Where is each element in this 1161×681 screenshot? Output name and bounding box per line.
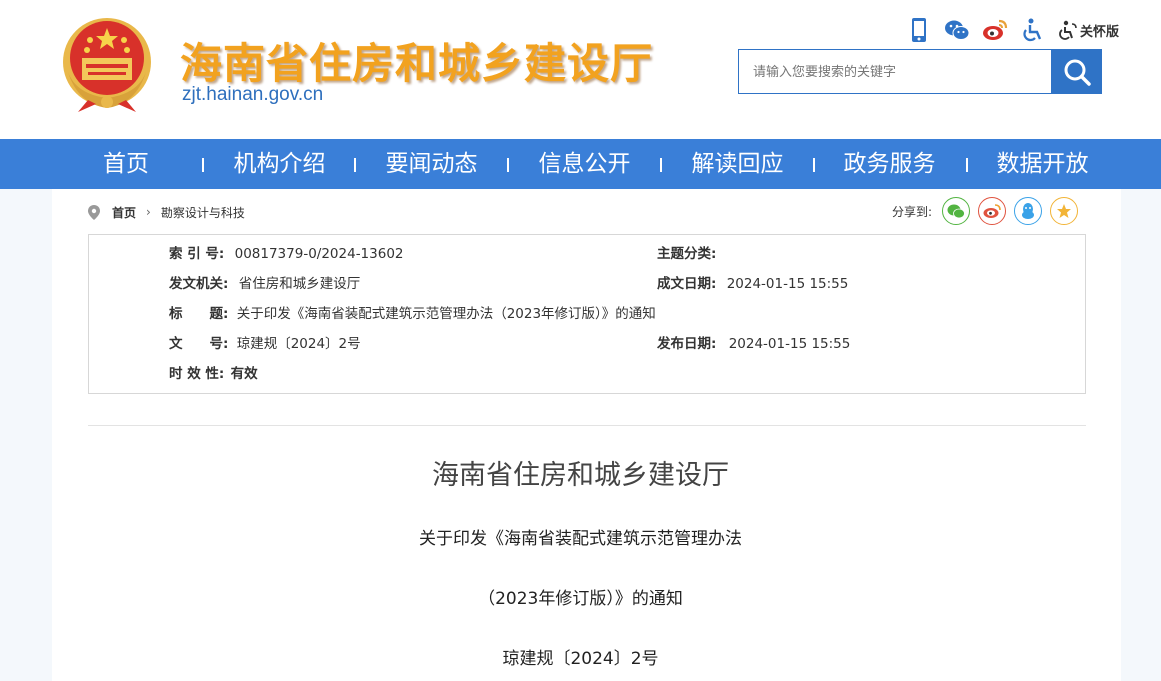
nav-item-home[interactable]: 首页 xyxy=(80,139,172,189)
national-emblem-logo[interactable] xyxy=(58,14,156,114)
mobile-icon[interactable] xyxy=(906,17,932,43)
breadcrumb: 首页 › 勘察设计与科技 xyxy=(88,202,245,222)
meta-doc-number-value: 琼建规〔2024〕2号 xyxy=(236,336,361,352)
breadcrumb-separator-icon: › xyxy=(146,205,151,219)
nav-item-interpretation[interactable]: 解读回应 xyxy=(680,139,795,189)
search-icon xyxy=(1064,59,1091,86)
meta-index-value: 00817379-0/2024-13602 xyxy=(234,246,404,262)
nav-divider xyxy=(966,158,968,172)
nav-divider xyxy=(813,158,815,172)
nav-divider xyxy=(660,158,662,172)
nav-item-news[interactable]: 要闻动态 xyxy=(374,139,489,189)
main-nav: 首页 机构介绍 要闻动态 信息公开 解读回应 政务服务 数据开放 xyxy=(0,139,1161,189)
meta-index-label: 索 引 号: xyxy=(169,246,225,262)
search-input[interactable] xyxy=(738,49,1052,94)
nav-item-info-disclosure[interactable]: 信息公开 xyxy=(527,139,642,189)
weibo-icon[interactable] xyxy=(982,17,1008,43)
nav-item-open-data[interactable]: 数据开放 xyxy=(985,139,1100,189)
site-title[interactable]: 海南省住房和城乡建设厅 xyxy=(180,30,653,91)
accessibility-icon[interactable] xyxy=(1020,17,1046,43)
meta-issuer-value: 省住房和城乡建设厅 xyxy=(238,276,361,292)
nav-divider xyxy=(507,158,509,172)
wechat-share-icon[interactable] xyxy=(942,197,971,225)
care-mode-label: 关怀版 xyxy=(1080,23,1120,39)
meta-publish-date: 发布日期: 2024-01-15 15:55 xyxy=(657,334,850,354)
document-number: 琼建规〔2024〕2号 xyxy=(502,649,659,669)
meta-title: 标 题: 关于印发《海南省装配式建筑示范管理办法（2023年修订版）》的通知 xyxy=(169,304,656,324)
meta-issuer-label: 发文机关: xyxy=(169,276,229,292)
meta-validity: 时 效 性: 有效 xyxy=(169,364,258,384)
site-url[interactable]: zjt.hainan.gov.cn xyxy=(182,84,323,106)
meta-publish-date-value: 2024-01-15 15:55 xyxy=(728,336,851,352)
meta-validity-value: 有效 xyxy=(230,366,258,382)
care-mode-icon xyxy=(1059,20,1077,40)
meta-topic-label: 主题分类: xyxy=(657,246,717,262)
qq-share-icon[interactable] xyxy=(1014,197,1043,225)
nav-divider xyxy=(354,158,356,172)
meta-title-label: 标 题: xyxy=(169,306,229,322)
nav-divider xyxy=(202,158,204,172)
meta-written-date: 成文日期: 2024-01-15 15:55 xyxy=(657,274,848,294)
document-title-line-2: （2023年修订版）》的通知 xyxy=(478,589,683,609)
meta-index: 索 引 号: 00817379-0/2024-13602 xyxy=(169,244,404,264)
meta-topic: 主题分类: xyxy=(657,244,716,264)
meta-doc-number-label: 文 号: xyxy=(169,336,229,352)
meta-issuer: 发文机关: 省住房和城乡建设厅 xyxy=(169,274,360,294)
document-heading: 海南省住房和城乡建设厅 xyxy=(432,460,729,491)
nav-item-institution[interactable]: 机构介绍 xyxy=(222,139,337,189)
search-button[interactable] xyxy=(1051,49,1102,94)
weibo-share-icon[interactable] xyxy=(978,197,1007,225)
share-label: 分享到: xyxy=(892,204,933,219)
nav-item-services[interactable]: 政务服务 xyxy=(832,139,947,189)
location-pin-icon xyxy=(88,204,100,220)
meta-written-date-value: 2024-01-15 15:55 xyxy=(726,276,849,292)
meta-validity-label: 时 效 性: xyxy=(169,366,225,382)
document-title-line-1: 关于印发《海南省装配式建筑示范管理办法 xyxy=(419,529,742,549)
favorite-share-icon[interactable] xyxy=(1050,197,1079,225)
care-mode-toggle[interactable]: 关怀版 xyxy=(1058,19,1119,41)
content-divider xyxy=(88,425,1086,426)
breadcrumb-current[interactable]: 勘察设计与科技 xyxy=(161,204,245,221)
meta-publish-date-label: 发布日期: xyxy=(657,336,717,352)
breadcrumb-home[interactable]: 首页 xyxy=(112,204,136,221)
meta-written-date-label: 成文日期: xyxy=(657,276,717,292)
meta-title-value: 关于印发《海南省装配式建筑示范管理办法（2023年修订版）》的通知 xyxy=(236,306,656,322)
meta-doc-number: 文 号: 琼建规〔2024〕2号 xyxy=(169,334,361,354)
top-tool-icons: 关怀版 xyxy=(906,16,1119,44)
share-bar: 分享到: xyxy=(892,197,1086,225)
wechat-icon[interactable] xyxy=(944,17,970,43)
